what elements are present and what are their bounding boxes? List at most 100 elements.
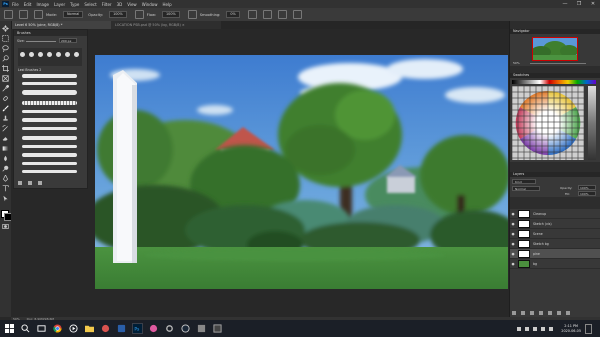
minimize-button[interactable]: — [558, 1, 572, 7]
brush-preset-2[interactable] [22, 82, 77, 85]
windows-start-icon[interactable] [4, 323, 15, 334]
brush-preset-10[interactable] [22, 153, 77, 157]
marquee-tool-icon[interactable] [2, 35, 9, 42]
flow-field[interactable]: 100% [162, 11, 180, 18]
document-canvas[interactable] [95, 55, 508, 289]
mode-select[interactable]: Normal [63, 11, 84, 18]
layer-row-selected[interactable]: ● pine [510, 249, 600, 259]
quick-mask-icon[interactable] [2, 223, 9, 230]
layer-filter-kind[interactable]: Kind [512, 179, 536, 184]
layer-opacity-field[interactable]: 100% [578, 185, 596, 190]
visibility-eye-icon[interactable]: ● [510, 222, 516, 226]
maximize-button[interactable]: ❐ [572, 1, 586, 7]
brush-preset-3[interactable] [22, 90, 77, 95]
smoothing-settings-icon[interactable] [247, 10, 257, 19]
menu-file[interactable]: File [12, 2, 19, 7]
document-tab-active[interactable]: Level 6 50% (pine, RGB/8) * [11, 21, 111, 29]
brush-size-field[interactable]: 200 px [59, 38, 77, 43]
opacity-field[interactable]: 100% [109, 11, 127, 18]
layer-mask-icon[interactable] [530, 311, 534, 315]
document-tab-inactive[interactable]: LOCATION PSB.psd @ 50% (bg, RGB/8) × [111, 21, 221, 29]
delete-brush-icon[interactable] [38, 181, 42, 185]
brush-preset-7[interactable] [22, 127, 77, 130]
new-group-icon[interactable] [548, 311, 552, 315]
brush-preset-6[interactable] [22, 118, 77, 122]
gradient-tool-icon[interactable] [2, 145, 9, 152]
recent-brush-3[interactable] [38, 52, 43, 57]
recent-brushes-row[interactable] [18, 48, 82, 66]
menu-type[interactable]: Type [70, 2, 79, 7]
pressure-opacity-icon[interactable] [134, 10, 144, 19]
new-brush-icon[interactable] [18, 181, 22, 185]
app-icon-red[interactable] [100, 323, 111, 334]
navigator-zoom-slider[interactable] [530, 63, 586, 64]
app-icon-pink[interactable] [148, 323, 159, 334]
visibility-eye-icon[interactable]: ● [510, 262, 516, 266]
brush-tool-icon[interactable] [2, 105, 9, 112]
language-icon[interactable] [549, 326, 554, 331]
menu-window[interactable]: Window [142, 2, 158, 7]
navigator-thumbnail[interactable] [532, 37, 578, 61]
brush-folder-label[interactable]: Lexi Brushes 2 [18, 68, 41, 72]
eraser-tool-icon[interactable] [2, 135, 9, 142]
layer-row[interactable]: ● Sketch bg [510, 239, 600, 249]
menu-3d[interactable]: 3D [117, 2, 123, 7]
smoothing-field[interactable]: 0% [226, 11, 240, 18]
close-button[interactable]: ✕ [586, 1, 600, 7]
adjustment-layer-icon[interactable] [539, 311, 543, 315]
trash-icon[interactable] [566, 311, 570, 315]
swatches-scrollbar[interactable] [588, 86, 596, 160]
menu-layer[interactable]: Layer [54, 2, 65, 7]
dodge-tool-icon[interactable] [2, 165, 9, 172]
notifications-icon[interactable] [585, 323, 592, 334]
layer-row[interactable]: ● Cleanup [510, 209, 600, 219]
steam-icon[interactable] [180, 323, 191, 334]
link-layers-icon[interactable] [512, 311, 516, 315]
recent-brush-6[interactable] [65, 52, 70, 57]
photoshop-logo-icon[interactable]: Ps [2, 1, 9, 7]
visibility-eye-icon[interactable]: ● [510, 252, 516, 256]
brush-tool-preset-icon[interactable] [4, 10, 13, 19]
healing-brush-tool-icon[interactable] [2, 95, 9, 102]
menu-filter[interactable]: Filter [102, 2, 112, 7]
tray-icon[interactable] [525, 326, 530, 331]
visibility-eye-icon[interactable]: ● [510, 232, 516, 236]
type-tool-icon[interactable] [2, 185, 9, 192]
layer-style-icon[interactable] [521, 311, 525, 315]
photoshop-taskbar-icon[interactable]: Ps [132, 323, 143, 334]
airbrush-icon[interactable] [187, 10, 197, 19]
recent-brush-2[interactable] [29, 52, 34, 57]
recent-brush-5[interactable] [56, 52, 61, 57]
taskbar-clock[interactable]: 2:11 PM 2020-06-05 [561, 324, 581, 333]
angle-icon[interactable] [262, 10, 272, 19]
visibility-eye-icon[interactable]: ● [510, 242, 516, 246]
recent-brush-4[interactable] [47, 52, 52, 57]
navigator-zoom[interactable]: 50% [513, 61, 520, 65]
layer-row[interactable]: ● bg [510, 259, 600, 269]
quick-select-tool-icon[interactable] [2, 55, 9, 62]
tray-icon[interactable] [517, 326, 522, 331]
app-icon-gray[interactable] [196, 323, 207, 334]
eyedropper-tool-icon[interactable] [2, 84, 10, 92]
new-layer-icon[interactable] [557, 311, 561, 315]
search-icon[interactable] [20, 323, 31, 334]
app-icon-dark[interactable] [212, 323, 223, 334]
recent-brush-1[interactable] [20, 52, 25, 57]
brush-preset-1[interactable] [22, 74, 77, 78]
app-icon-blue[interactable] [116, 323, 127, 334]
brush-preset-5[interactable] [22, 110, 77, 113]
menu-help[interactable]: Help [162, 2, 171, 7]
brush-preset-9[interactable] [22, 145, 77, 148]
brush-preset-8[interactable] [22, 136, 77, 140]
brush-preset-11[interactable] [22, 162, 77, 165]
blur-tool-icon[interactable] [2, 155, 9, 162]
move-tool-icon[interactable] [2, 25, 9, 32]
toggle-brush-settings-icon[interactable] [34, 10, 43, 19]
pen-tool-icon[interactable] [2, 174, 9, 182]
recent-brush-7[interactable] [74, 52, 79, 57]
layer-row[interactable]: ● Sketch (vis) [510, 219, 600, 229]
media-player-icon[interactable] [68, 323, 79, 334]
visibility-eye-icon[interactable]: ● [510, 212, 516, 216]
layer-fill-field[interactable]: 100% [578, 191, 596, 196]
chrome-icon[interactable] [52, 323, 63, 334]
